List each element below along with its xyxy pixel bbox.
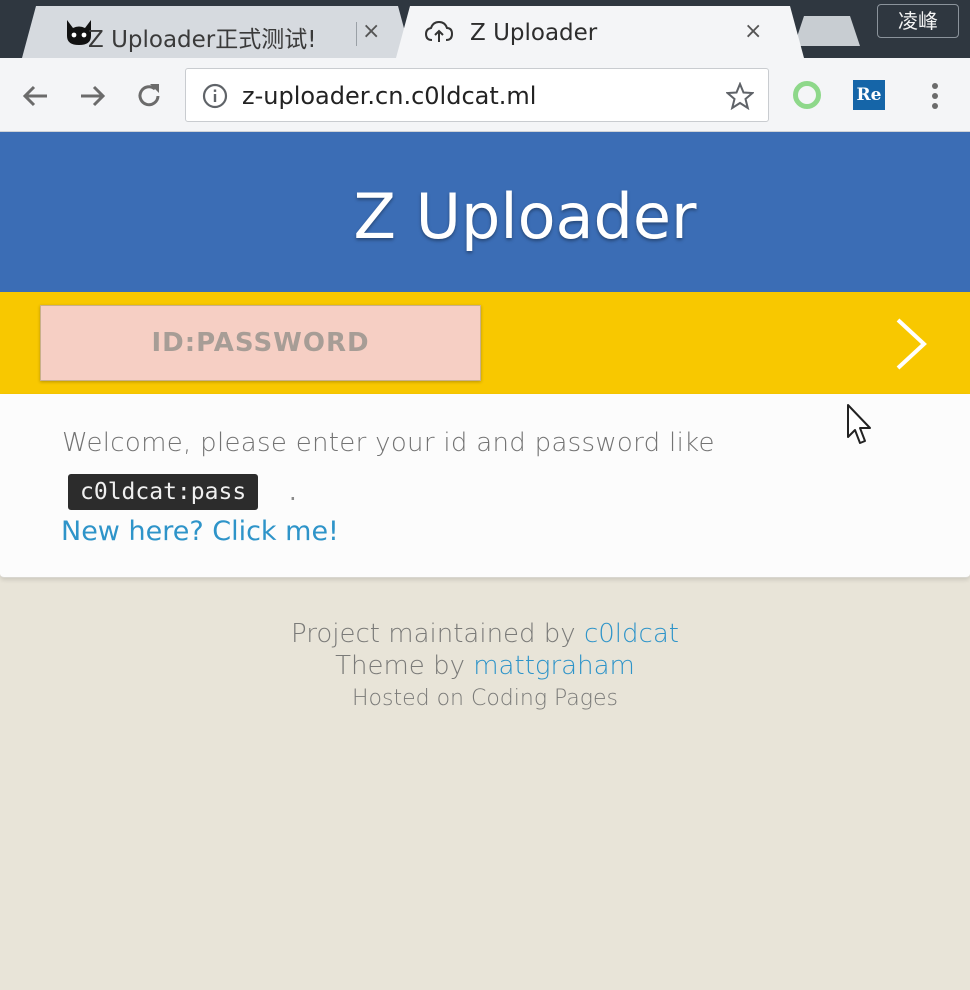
profile-button[interactable]: 凌峰: [877, 4, 959, 38]
cloud-upload-icon: [424, 18, 454, 46]
theme-author-link[interactable]: mattgraham: [473, 651, 635, 681]
tab-title: Z Uploader: [470, 20, 598, 46]
id-password-input[interactable]: [40, 305, 481, 381]
footer-maintained-label: Project maintained by: [291, 619, 576, 649]
credential-example: c0ldcat:pass: [68, 474, 259, 510]
tab-strip: Z Uploader正式测试! × Z Uploader × 凌峰: [0, 0, 970, 58]
info-icon[interactable]: [202, 83, 228, 109]
bookmark-star-icon[interactable]: [726, 82, 754, 110]
welcome-card: Welcome, please enter your id and passwo…: [0, 394, 970, 578]
footer: Project maintained by c0ldcat Theme by m…: [0, 618, 970, 716]
tab-divider: [356, 22, 357, 46]
chevron-right-icon[interactable]: [893, 316, 929, 372]
address-bar[interactable]: z-uploader.cn.c0ldcat.ml: [185, 68, 769, 122]
close-tab-icon[interactable]: ×: [362, 19, 380, 44]
close-tab-icon[interactable]: ×: [744, 19, 762, 44]
site-title: Z Uploader: [353, 180, 697, 253]
sentence-period: .: [289, 478, 297, 506]
footer-hosted: Hosted on Coding Pages: [352, 686, 618, 711]
more-menu-icon[interactable]: [928, 80, 942, 112]
url-text[interactable]: z-uploader.cn.c0ldcat.ml: [242, 82, 536, 110]
footer-theme-label: Theme by: [335, 651, 465, 681]
reload-icon[interactable]: [133, 80, 165, 112]
new-here-link[interactable]: New here? Click me!: [61, 516, 339, 547]
footer-maintained: Project maintained by c0ldcat: [0, 618, 970, 650]
welcome-text: Welcome, please enter your id and passwo…: [62, 428, 715, 458]
new-tab-button[interactable]: [794, 16, 860, 46]
footer-theme: Theme by mattgraham: [0, 650, 970, 682]
forward-arrow-icon[interactable]: [76, 80, 108, 112]
green-ring-extension-icon[interactable]: [793, 81, 821, 109]
site-header: Z Uploader: [0, 132, 970, 292]
login-bar: [0, 292, 970, 394]
re-extension-icon[interactable]: Re: [853, 80, 885, 110]
maintainer-link[interactable]: c0ldcat: [584, 619, 679, 649]
back-arrow-icon[interactable]: [20, 80, 52, 112]
browser-toolbar: z-uploader.cn.c0ldcat.ml Re: [0, 58, 970, 132]
mouse-cursor-icon: [847, 404, 871, 444]
tab-title: Z Uploader正式测试!: [88, 27, 317, 53]
tab-z-uploader-test[interactable]: Z Uploader正式测试! ×: [22, 6, 412, 58]
tab-z-uploader[interactable]: Z Uploader ×: [396, 6, 804, 58]
